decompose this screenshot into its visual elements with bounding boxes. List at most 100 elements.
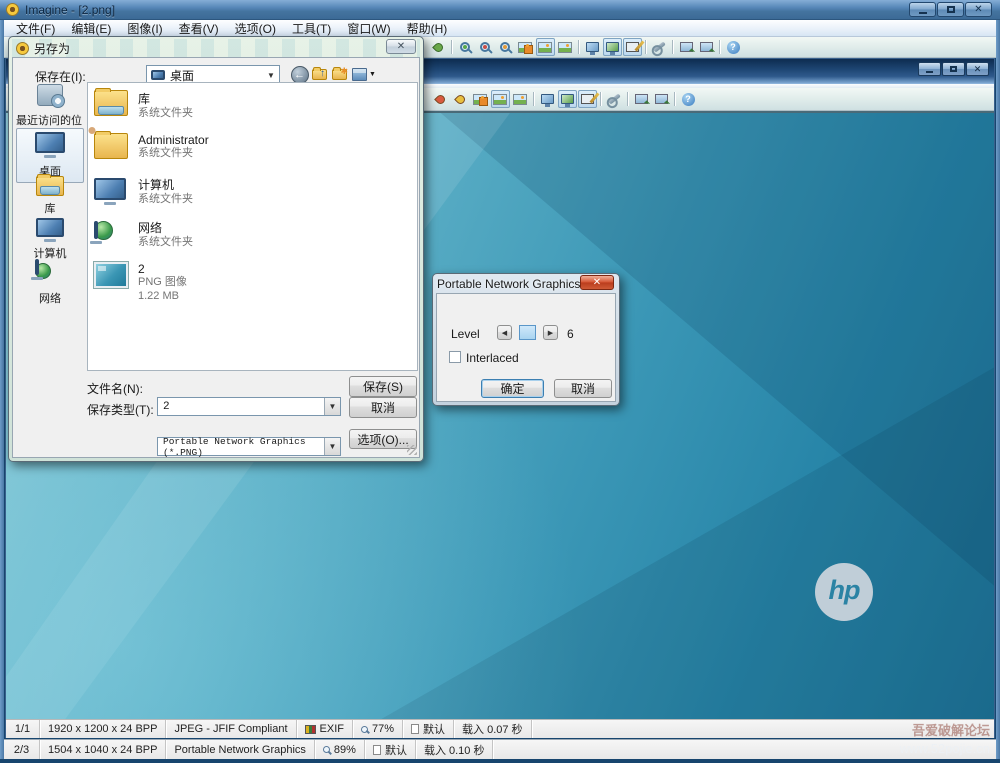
file-item-administrator[interactable]: Administrator 系统文件夹	[94, 133, 209, 161]
help-icon[interactable]	[679, 90, 698, 108]
view-menu-icon	[352, 68, 367, 81]
resize-grip[interactable]	[407, 445, 417, 455]
fit-width-icon[interactable]	[511, 90, 530, 108]
cancel-button[interactable]: 取消	[554, 379, 612, 398]
hp-logo: hp	[815, 563, 873, 621]
screen-edit-icon[interactable]	[623, 38, 642, 56]
computer-icon	[94, 178, 126, 200]
screen-edit-icon[interactable]	[578, 90, 597, 108]
menu-tools[interactable]: 工具(T)	[284, 19, 339, 38]
help-icon[interactable]	[724, 38, 743, 56]
menu-view[interactable]: 查看(V)	[171, 19, 227, 38]
network-icon	[35, 261, 65, 283]
pin-red-icon[interactable]	[431, 90, 450, 108]
close-button[interactable]: ✕	[965, 2, 992, 17]
batch-convert-icon[interactable]	[652, 90, 671, 108]
fit-window-icon[interactable]	[536, 38, 555, 56]
menu-edit[interactable]: 编辑(E)	[63, 19, 119, 38]
minimize-button[interactable]	[909, 2, 936, 17]
monitor-icon[interactable]	[583, 38, 602, 56]
up-folder-icon: ↑	[312, 69, 327, 80]
fullscreen-icon[interactable]	[603, 38, 622, 56]
chevron-down-icon[interactable]: ▼	[324, 398, 340, 415]
new-folder-icon: ✱	[332, 69, 347, 80]
status-profile: 默认	[403, 720, 454, 738]
wrench-icon[interactable]	[650, 38, 669, 56]
libraries-icon	[36, 176, 64, 196]
zoom-out-icon[interactable]	[476, 38, 495, 56]
menu-window[interactable]: 窗口(W)	[339, 19, 398, 38]
menu-options[interactable]: 选项(O)	[227, 19, 284, 38]
level-increase-button[interactable]: ▶	[543, 325, 558, 340]
status-dimensions: 1920 x 1200 x 24 BPP	[40, 720, 166, 738]
level-slider-thumb[interactable]	[519, 325, 536, 340]
sidebar-item-network[interactable]: 网络	[16, 261, 84, 306]
save-dialog-titlebar: 另存为	[12, 39, 420, 57]
maximize-icon	[947, 6, 955, 13]
zoom-custom-icon[interactable]	[496, 38, 515, 56]
desktop-icon	[35, 132, 65, 153]
file-name-label: 文件名(N):	[87, 380, 143, 397]
png-dialog-close-button[interactable]: ✕	[580, 275, 614, 290]
fit-window-icon[interactable]	[491, 90, 510, 108]
computer-icon	[36, 218, 64, 237]
file-type-combo[interactable]: Portable Network Graphics (*.PNG) ▼	[157, 437, 341, 456]
pin-yellow-icon[interactable]	[451, 90, 470, 108]
sidebar-item-computer[interactable]: 计算机	[16, 218, 84, 261]
png-dialog-title: Portable Network Graphics	[437, 277, 580, 291]
save-as-dialog: 另存为 ✕ 保存在(I): 桌面 ▼ ← ↑ ✱ ▼ 最近访问的位置 桌面	[8, 36, 424, 462]
imagine-app-icon	[6, 3, 19, 16]
close-icon: ✕	[974, 64, 982, 75]
level-label: Level	[451, 327, 480, 341]
file-type: 系统文件夹	[138, 107, 193, 121]
fit-width-icon[interactable]	[556, 38, 575, 56]
image-close-button[interactable]: ✕	[966, 62, 989, 76]
file-type: PNG 图像	[138, 276, 187, 290]
file-item-2-png[interactable]: 2 PNG 图像 1.22 MB	[94, 262, 187, 304]
file-item-computer[interactable]: 计算机 系统文件夹	[94, 176, 193, 207]
crop-icon[interactable]	[429, 38, 448, 56]
profile-icon	[373, 745, 381, 755]
image-maximize-button[interactable]	[942, 62, 965, 76]
image-minimize-button[interactable]	[918, 62, 941, 76]
window-controls: ✕	[908, 2, 992, 17]
toolbar-separator	[719, 40, 720, 54]
cancel-button[interactable]: 取消	[349, 397, 417, 418]
wrench-icon[interactable]	[605, 90, 624, 108]
level-decrease-button[interactable]: ◀	[497, 325, 512, 340]
window-title: Imagine - [2.png]	[25, 3, 115, 17]
fit-original-icon[interactable]	[471, 90, 490, 108]
fit-original-icon[interactable]	[516, 38, 535, 56]
menu-file[interactable]: 文件(F)	[8, 19, 63, 38]
window-frame-right	[996, 20, 1000, 759]
monitor-icon[interactable]	[538, 90, 557, 108]
interlaced-checkbox[interactable]	[449, 351, 461, 363]
save-dialog-close-button[interactable]: ✕	[386, 39, 416, 54]
chevron-down-icon[interactable]: ▼	[324, 438, 340, 455]
interlaced-label: Interlaced	[466, 351, 519, 365]
close-icon: ✕	[974, 5, 982, 15]
status-zoom: 89%	[315, 740, 365, 759]
menu-help[interactable]: 帮助(H)	[399, 19, 456, 38]
toolbar-separator	[600, 92, 601, 106]
file-type: 系统文件夹	[138, 236, 193, 250]
file-item-network[interactable]: 网络 系统文件夹	[94, 219, 193, 250]
menu-image[interactable]: 图像(I)	[119, 19, 170, 38]
zoom-in-icon[interactable]	[456, 38, 475, 56]
status-exif[interactable]: EXIF	[297, 720, 353, 738]
toolbar-separator	[627, 92, 628, 106]
file-type: 系统文件夹	[138, 147, 209, 161]
status-profile: 默认	[365, 740, 416, 759]
save-button[interactable]: 保存(S)	[349, 376, 417, 397]
acquire-icon[interactable]	[677, 38, 696, 56]
maximize-button[interactable]	[937, 2, 964, 17]
sidebar-item-libraries[interactable]: 库	[16, 176, 84, 216]
file-name-input[interactable]: 2 ▼	[157, 397, 341, 416]
ok-button[interactable]: 确定	[481, 379, 544, 398]
main-titlebar: Imagine - [2.png]	[0, 0, 1000, 20]
fullscreen-icon[interactable]	[558, 90, 577, 108]
acquire-icon[interactable]	[632, 90, 651, 108]
file-item-libraries[interactable]: 库 系统文件夹	[94, 90, 193, 121]
batch-convert-icon[interactable]	[697, 38, 716, 56]
sidebar-item-label: 计算机	[34, 245, 67, 261]
